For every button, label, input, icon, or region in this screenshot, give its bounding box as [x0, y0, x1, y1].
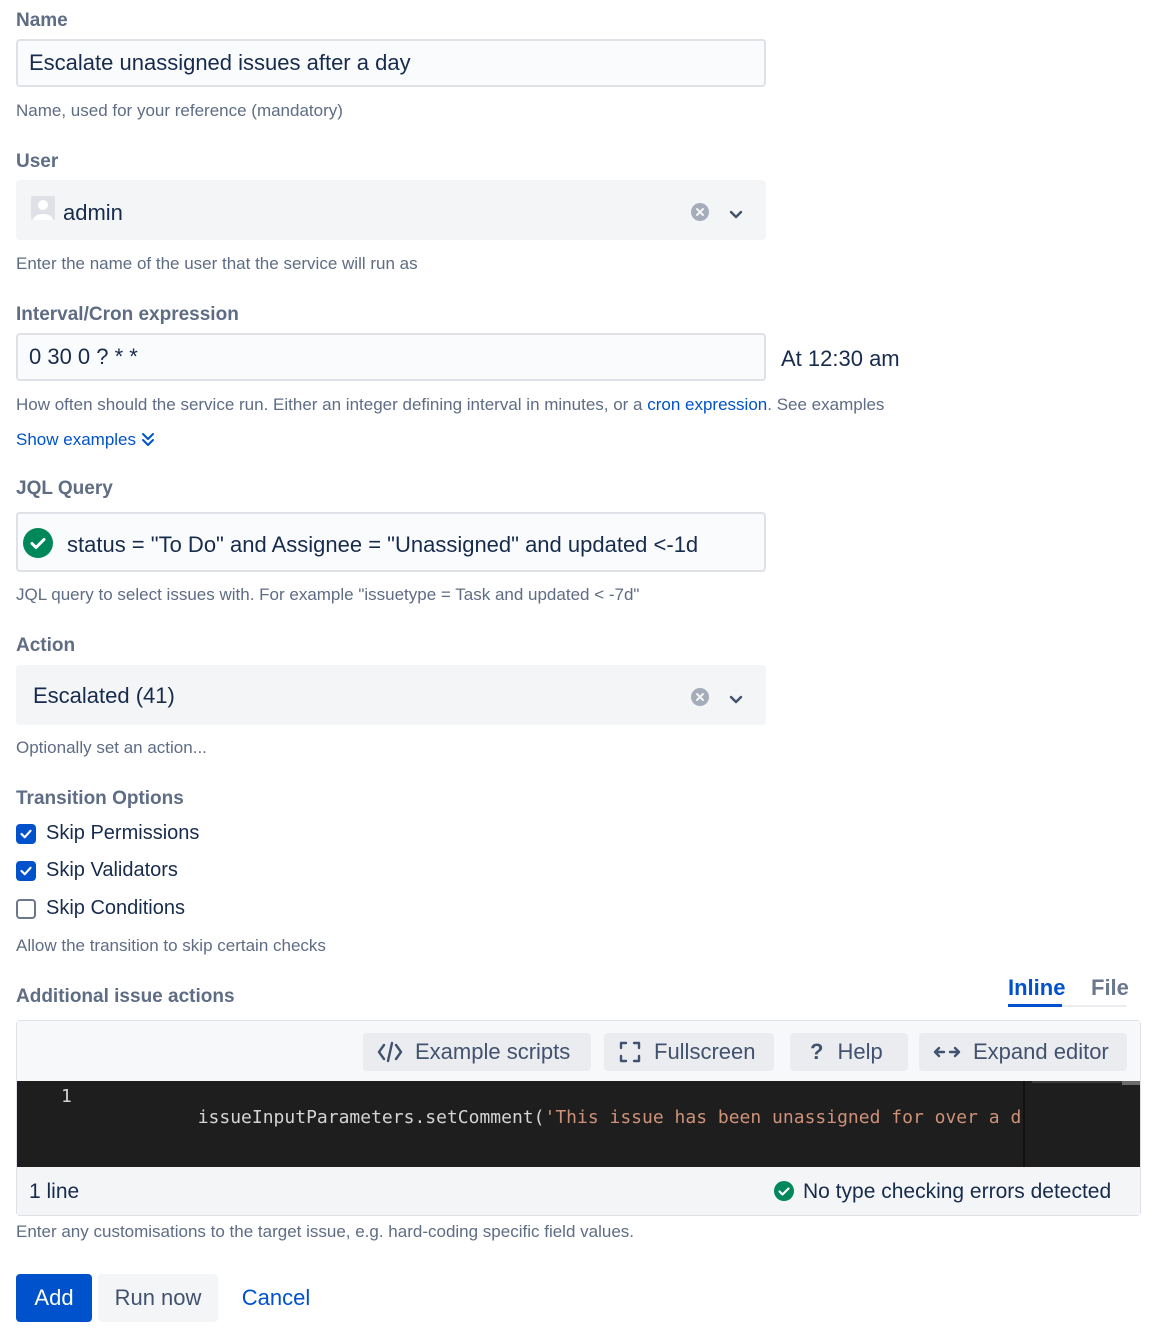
cron-input-value: 0 30 0 ? * *	[29, 344, 138, 369]
transition-options-label: Transition Options	[16, 788, 184, 809]
show-examples-link[interactable]: Show examples	[16, 430, 155, 450]
tab-file[interactable]: File	[1091, 975, 1129, 1001]
jql-label: JQL Query	[16, 478, 113, 499]
action-help: Optionally set an action...	[16, 738, 207, 757]
cron-expression-link[interactable]: cron expression	[647, 395, 767, 414]
run-now-button[interactable]: Run now	[98, 1274, 218, 1322]
double-chevron-down-icon	[142, 433, 155, 446]
checkbox-checked-icon[interactable]	[16, 823, 36, 844]
avatar	[31, 196, 55, 220]
expand-editor-button[interactable]: Expand editor	[919, 1033, 1127, 1071]
jql-help: JQL query to select issues with. For exa…	[16, 585, 640, 604]
chevron-down-icon[interactable]	[728, 202, 744, 228]
code-string: 'This issue has been unassigned for over…	[544, 1107, 1021, 1128]
action-select[interactable]: Escalated (41)	[16, 665, 766, 725]
additional-actions-help: Enter any customisations to the target i…	[16, 1222, 634, 1241]
minimap-line	[1032, 1081, 1122, 1083]
clear-icon[interactable]	[691, 201, 709, 227]
jql-input[interactable]: status = "To Do" and Assignee = "Unassig…	[16, 512, 766, 572]
check-circle-icon	[774, 1181, 794, 1207]
script-editor: Example scripts Fullscreen ? Help Expand…	[16, 1020, 1141, 1216]
skip-validators-checkbox[interactable]: Skip Validators	[16, 859, 178, 882]
fullscreen-icon	[619, 1041, 641, 1063]
checkbox-checked-icon[interactable]	[16, 860, 36, 881]
check-circle-icon	[23, 528, 53, 564]
code-line: issueInputParameters.setComment('This is…	[111, 1086, 1021, 1149]
cron-input[interactable]: 0 30 0 ? * *	[16, 333, 766, 381]
action-label: Action	[16, 635, 76, 656]
line-number: 1	[61, 1086, 72, 1107]
interval-help: How often should the service run. Either…	[16, 395, 884, 415]
interval-help-suffix: . See examples	[767, 395, 885, 414]
active-tab-indicator	[1008, 1004, 1062, 1007]
expand-horizontal-icon	[933, 1046, 961, 1058]
example-scripts-button[interactable]: Example scripts	[363, 1033, 591, 1071]
code-text: issueInputParameters.setComment(	[197, 1107, 545, 1128]
checkbox-label: Skip Conditions	[46, 897, 185, 919]
code-icon	[377, 1041, 403, 1063]
skip-permissions-checkbox[interactable]: Skip Permissions	[16, 822, 199, 845]
type-check-status: No type checking errors detected	[803, 1180, 1112, 1203]
interval-help-text: How often should the service run. Either…	[16, 395, 648, 414]
fullscreen-label: Fullscreen	[654, 1039, 756, 1064]
name-help: Name, used for your reference (mandatory…	[16, 101, 343, 120]
code-area[interactable]: 1 issueInputParameters.setComment('This …	[17, 1081, 1140, 1167]
editor-status-bar: 1 line No type checking errors detected	[17, 1167, 1140, 1215]
transition-options-help: Allow the transition to skip certain che…	[16, 936, 326, 955]
checkbox-label: Skip Permissions	[46, 822, 200, 844]
question-icon: ?	[810, 1039, 824, 1064]
checkbox-unchecked-icon[interactable]	[16, 898, 36, 919]
tab-divider	[1062, 1005, 1126, 1007]
show-examples-label: Show examples	[16, 430, 137, 449]
jql-input-value: status = "To Do" and Assignee = "Unassig…	[67, 532, 699, 557]
user-help: Enter the name of the user that the serv…	[16, 254, 418, 273]
skip-conditions-checkbox[interactable]: Skip Conditions	[16, 897, 185, 920]
editor-toolbar: Example scripts Fullscreen ? Help Expand…	[17, 1021, 1140, 1081]
line-count: 1 line	[29, 1180, 80, 1203]
name-input-value: Escalate unassigned issues after a day	[29, 50, 411, 75]
interval-label: Interval/Cron expression	[16, 304, 239, 325]
user-select[interactable]: admin	[16, 180, 766, 240]
scrollbar-thumb[interactable]	[1122, 1081, 1140, 1085]
chevron-down-icon[interactable]	[728, 687, 744, 713]
help-label: Help	[837, 1039, 883, 1064]
minimap-divider	[1023, 1081, 1025, 1167]
tab-inline[interactable]: Inline	[1008, 975, 1065, 1001]
help-button[interactable]: ? Help	[790, 1033, 908, 1071]
name-input[interactable]: Escalate unassigned issues after a day	[16, 39, 766, 87]
checkbox-label: Skip Validators	[46, 859, 178, 881]
cron-description: At 12:30 am	[781, 346, 900, 371]
expand-editor-label: Expand editor	[973, 1039, 1109, 1064]
action-select-value: Escalated (41)	[33, 683, 175, 708]
name-label: Name	[16, 10, 68, 31]
add-button[interactable]: Add	[16, 1274, 92, 1322]
user-select-value: admin	[63, 200, 123, 225]
user-label: User	[16, 151, 59, 172]
service-form: Name Escalate unassigned issues after a …	[0, 0, 1170, 1328]
example-scripts-label: Example scripts	[415, 1039, 571, 1064]
additional-actions-label: Additional issue actions	[16, 986, 235, 1007]
clear-icon[interactable]	[691, 686, 709, 712]
cancel-button[interactable]: Cancel	[230, 1274, 322, 1322]
fullscreen-button[interactable]: Fullscreen	[604, 1033, 774, 1071]
